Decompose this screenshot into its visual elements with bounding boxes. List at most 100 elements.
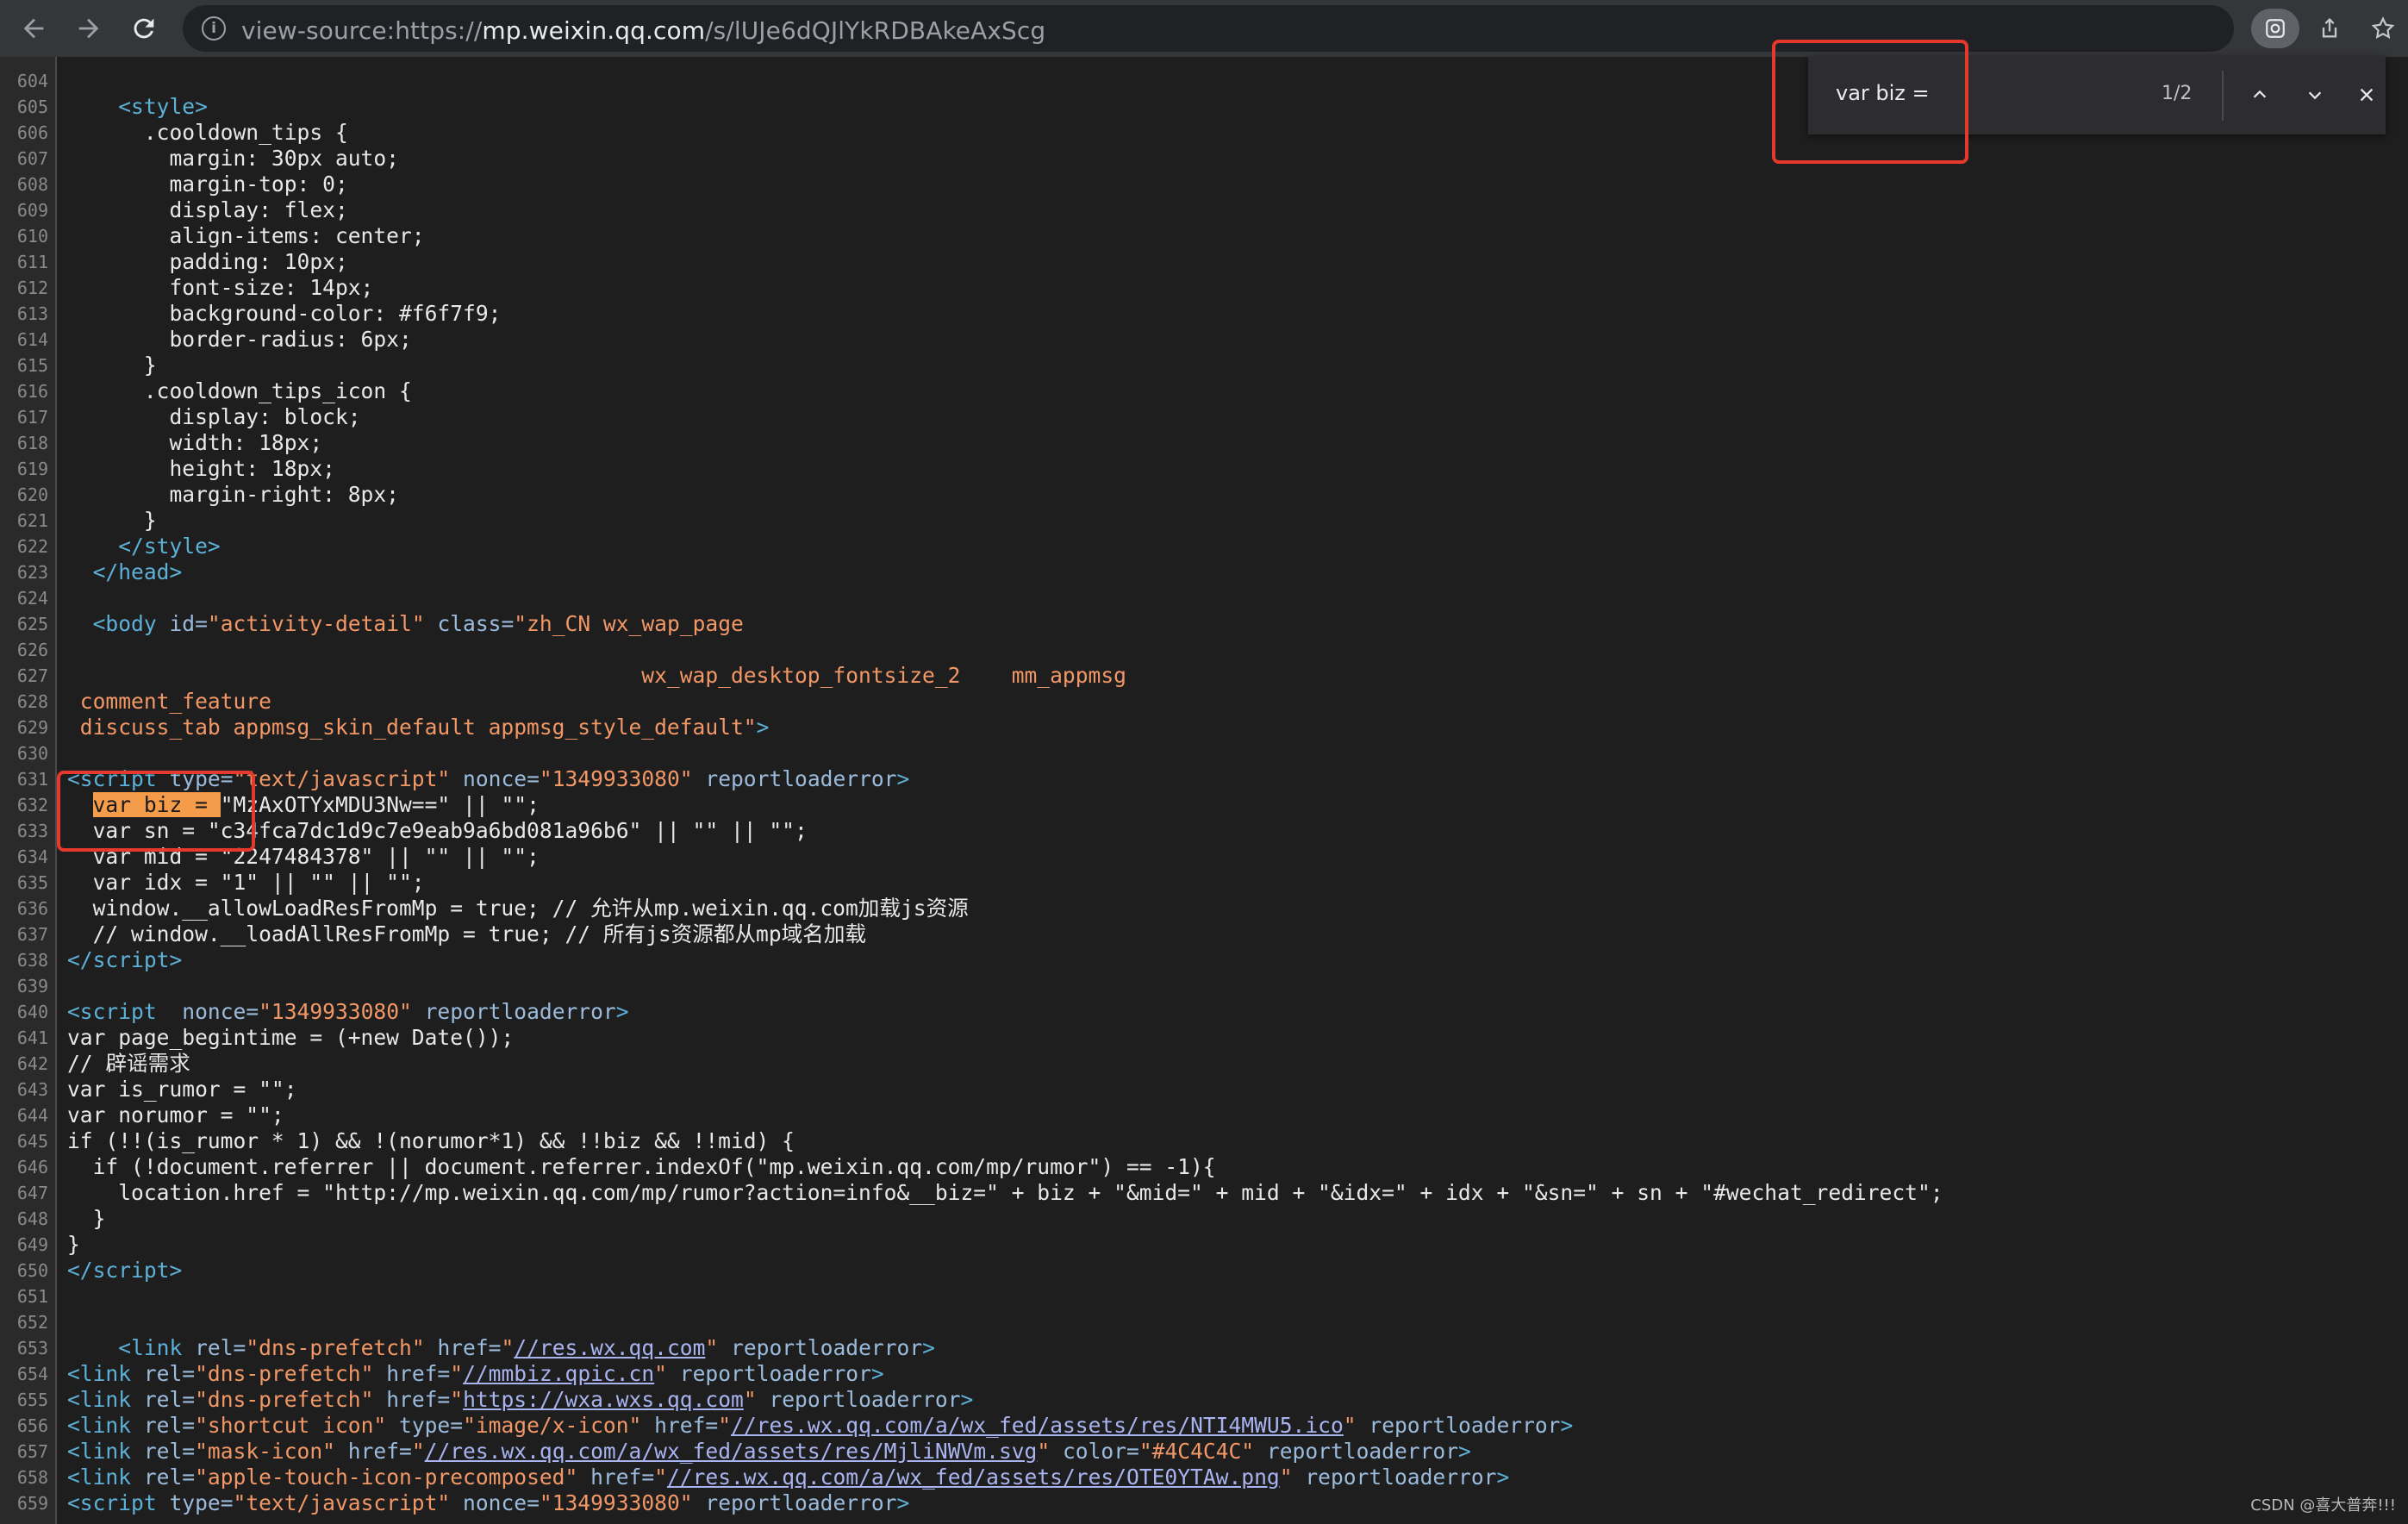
browser-toolbar: i view-source:https://mp.weixin.qq.com/s… — [0, 0, 2408, 57]
source-line: 630 — [0, 740, 2408, 766]
line-number: 629 — [16, 717, 48, 738]
info-icon[interactable]: i — [202, 16, 226, 41]
source-line: 616 .cooldown_tips_icon { — [0, 378, 2408, 404]
source-line: 608 margin-top: 0; — [0, 172, 2408, 197]
line-code: location.href = "http://mp.weixin.qq.com… — [67, 1180, 1943, 1205]
chevron-down-icon[interactable] — [2296, 76, 2334, 114]
lens-icon[interactable] — [2251, 9, 2299, 48]
source-line: 625 <body id="activity-detail" class="zh… — [0, 611, 2408, 637]
line-number: 639 — [16, 976, 48, 996]
star-icon[interactable] — [2363, 9, 2403, 48]
source-line: 643 var is_rumor = ""; — [0, 1077, 2408, 1102]
line-number: 606 — [16, 122, 48, 143]
line-code: </script> — [67, 947, 183, 972]
line-code: <link rel="apple-touch-icon-precomposed"… — [67, 1465, 1510, 1490]
source-line: 612 font-size: 14px; — [0, 275, 2408, 301]
line-number: 649 — [16, 1234, 48, 1255]
source-line: 654 <link rel="dns-prefetch" href="//mmbi… — [0, 1361, 2408, 1387]
source-line: 659 <script type="text/javascript" nonce=… — [0, 1490, 2408, 1516]
line-number: 609 — [16, 200, 48, 221]
line-code: <link rel="mask-icon" href="//res.wx.qq.… — [67, 1439, 1471, 1464]
line-code: } — [67, 1232, 80, 1257]
source-line: 610 align-items: center; — [0, 223, 2408, 249]
line-code: } — [67, 353, 157, 378]
line-number: 618 — [16, 433, 48, 453]
line-code: <link rel="dns-prefetch" href="https://w… — [67, 1387, 974, 1412]
source-view[interactable]: 604 605 <style> 606 .cooldown_tips {607 ma… — [0, 57, 2408, 1524]
line-code: // window.__loadAllResFromMp = true; // … — [67, 921, 867, 946]
line-number: 628 — [16, 691, 48, 712]
line-code: .cooldown_tips_icon { — [67, 378, 412, 403]
line-code: width: 18px; — [67, 430, 323, 455]
line-code: display: block; — [67, 404, 361, 429]
line-number: 634 — [16, 846, 48, 867]
close-icon[interactable] — [2348, 76, 2386, 114]
line-number: 630 — [16, 743, 48, 764]
line-number: 621 — [16, 510, 48, 531]
line-number: 610 — [16, 226, 48, 247]
line-code: align-items: center; — [67, 223, 425, 248]
source-line: 621 } — [0, 508, 2408, 534]
source-line: 638 </script> — [0, 947, 2408, 973]
line-number: 605 — [16, 97, 48, 117]
source-line: 655 <link rel="dns-prefetch" href="https:… — [0, 1387, 2408, 1413]
line-code: display: flex; — [67, 197, 348, 222]
source-line: 613 background-color: #f6f7f9; — [0, 301, 2408, 327]
line-code: margin-top: 0; — [67, 172, 348, 197]
line-code: <link rel="shortcut icon" type="image/x-… — [67, 1413, 1574, 1438]
reload-icon[interactable] — [122, 7, 165, 50]
find-match-count: 1/2 — [2162, 83, 2193, 104]
annotation-box-find — [1772, 40, 1968, 164]
back-icon[interactable] — [12, 7, 55, 50]
line-number: 631 — [16, 769, 48, 790]
source-line: 618 width: 18px; — [0, 430, 2408, 456]
line-code: </style> — [118, 534, 221, 559]
line-number: 611 — [16, 252, 48, 272]
line-number: 623 — [16, 562, 48, 583]
share-icon[interactable] — [2310, 9, 2349, 48]
line-number: 617 — [16, 407, 48, 428]
forward-icon[interactable] — [67, 7, 110, 50]
line-number: 645 — [16, 1131, 48, 1152]
chevron-up-icon[interactable] — [2241, 76, 2279, 114]
line-number: 615 — [16, 355, 48, 376]
source-line: 658 <link rel="apple-touch-icon-precompos… — [0, 1465, 2408, 1490]
line-code: var norumor = ""; — [67, 1102, 284, 1127]
line-code: padding: 10px; — [67, 249, 348, 274]
source-line: 640 <script nonce="1349933080" reportload… — [0, 999, 2408, 1025]
line-number: 635 — [16, 872, 48, 893]
line-number: 638 — [16, 950, 48, 971]
source-line: 649} — [0, 1232, 2408, 1258]
line-number: 608 — [16, 174, 48, 195]
source-line: 623 </head> — [0, 559, 2408, 585]
line-code: var is_rumor = ""; — [67, 1077, 297, 1102]
line-number: 648 — [16, 1209, 48, 1229]
line-number: 637 — [16, 924, 48, 945]
line-number: 644 — [16, 1105, 48, 1126]
line-code: window.__allowLoadResFromMp = true; // 允… — [67, 896, 969, 921]
line-code: <link rel="dns-prefetch" href="//res.wx.… — [118, 1335, 935, 1360]
line-code: if (!document.referrer || document.refer… — [67, 1154, 1216, 1179]
url-text[interactable]: view-source:https://mp.weixin.qq.com/s/l… — [241, 16, 1045, 45]
source-line: 645 if (!!(is_rumor * 1) && !(norumor*1) … — [0, 1128, 2408, 1154]
line-code: margin: 30px auto; — [67, 146, 399, 171]
line-number: 622 — [16, 536, 48, 557]
line-number: 607 — [16, 148, 48, 169]
line-code: var page_begintime = (+new Date()); — [67, 1025, 515, 1050]
line-code: .cooldown_tips { — [67, 120, 348, 145]
line-code: <body id="activity-detail" class="zh_CN … — [92, 611, 744, 636]
source-line: 644 var norumor = ""; — [0, 1102, 2408, 1128]
line-code: // 辟谣需求 — [67, 1051, 190, 1076]
line-number: 627 — [16, 665, 48, 686]
source-line: 634 var mid = "2247484378" || "" || ""; — [0, 844, 2408, 870]
line-code: height: 18px; — [67, 456, 335, 481]
line-code: <link rel="dns-prefetch" href="//mmbiz.q… — [67, 1361, 884, 1386]
source-line: 648 } — [0, 1206, 2408, 1232]
line-code: </script> — [67, 1258, 183, 1283]
line-number: 604 — [16, 71, 48, 91]
find-divider — [2222, 71, 2224, 121]
line-code: <script nonce="1349933080" reportloaderr… — [67, 999, 629, 1024]
line-code: } — [67, 1206, 106, 1231]
source-line: 609 display: flex; — [0, 197, 2408, 223]
source-line: 647 location.href = "http://mp.weixin.qq… — [0, 1180, 2408, 1206]
